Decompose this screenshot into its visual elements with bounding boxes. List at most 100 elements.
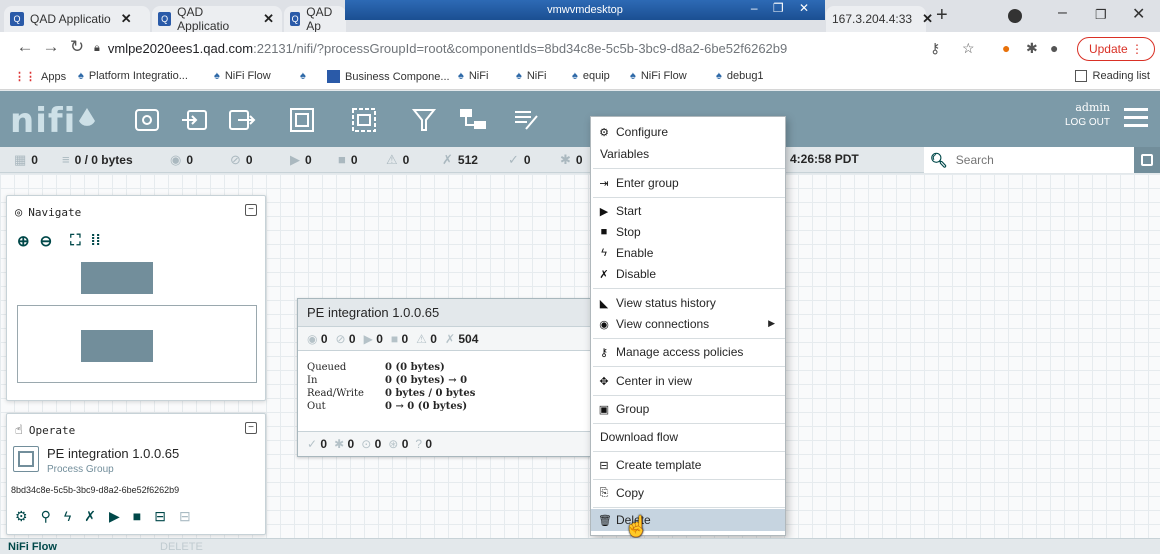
global-menu-icon[interactable] <box>1124 108 1148 132</box>
template-icon[interactable] <box>458 107 486 133</box>
queue-icon: ≡ <box>62 152 70 167</box>
create-template-icon[interactable]: ⊟ <box>154 508 166 525</box>
update-button[interactable]: Update ⋮ <box>1077 37 1155 61</box>
logout-link[interactable]: LOG OUT <box>1065 117 1110 128</box>
play-icon: ▶ <box>363 331 373 346</box>
url-path: :22131/nifi/?processGroupId=root&compone… <box>253 40 788 56</box>
locally-modified-stat: ✱ 0 <box>560 152 583 167</box>
disable-icon[interactable]: ✗ <box>84 508 96 525</box>
process-group-icon[interactable] <box>288 107 316 133</box>
browser-tab[interactable]: 167.3.204.4:33 ✕ <box>826 6 933 32</box>
search-box[interactable]: 🔍︎ <box>924 147 1134 173</box>
menu-item-copy[interactable]: ⎘ Copy <box>591 482 785 504</box>
bookmark-item[interactable]: ♠ NiFi Flow <box>214 70 271 82</box>
browser-tab[interactable]: Q QAD Ap <box>284 5 346 33</box>
template-icon: ⊟ <box>599 459 609 472</box>
bookmark-item[interactable]: ♠ equip <box>572 70 610 82</box>
menu-item-download-flow[interactable]: Download flow <box>591 426 785 448</box>
menu-item-disable[interactable]: ✗ Disable <box>591 263 785 285</box>
input-port-icon[interactable] <box>180 107 208 133</box>
breadcrumb-root[interactable]: NiFi Flow <box>8 541 57 553</box>
process-group-box[interactable]: PE integration 1.0.0.65 ◉ 0 ⊘ 0 ▶ 0 ■ 0 … <box>297 298 597 457</box>
bookmark-item[interactable]: Business Compone... <box>327 70 450 83</box>
close-tab-icon[interactable]: ✕ <box>922 11 933 27</box>
zoom-out-icon[interactable]: ⊖ <box>40 232 53 250</box>
upload-template-icon[interactable]: ⊟ <box>179 508 191 525</box>
puzzle-icon[interactable]: ✱ <box>1026 40 1038 57</box>
browser-tab[interactable]: Q QAD Applicatio ✕ <box>4 6 150 32</box>
enable-bolt-icon[interactable]: ϟ <box>64 508 71 525</box>
bookmark-star-icon[interactable]: ☆ <box>962 40 975 57</box>
birdseye-view[interactable] <box>7 260 265 383</box>
profile-icon[interactable] <box>1008 9 1022 23</box>
browser-tab-bar: Q QAD Applicatio ✕ Q QAD Applicatio ✕ Q … <box>0 0 1160 33</box>
menu-item-view-status-history[interactable]: ◣ View status history <box>591 292 785 314</box>
forward-icon[interactable]: → <box>38 37 64 57</box>
bookmark-item[interactable]: ♠ Platform Integratio... <box>78 70 188 82</box>
actual-size-icon[interactable]: ⁞⁞ <box>91 232 101 250</box>
warning-icon: ⚠ <box>386 152 398 167</box>
selected-component-name: PE integration 1.0.0.65 <box>47 446 180 461</box>
menu-divider <box>593 423 785 424</box>
asterisk-icon: ✱ <box>560 152 571 167</box>
chart-icon: ◣ <box>599 297 609 310</box>
bookmark-apps[interactable]: ⋮⋮ Apps <box>14 70 66 84</box>
bookmark-item[interactable]: ♠ NiFi <box>458 70 488 82</box>
close-window-icon[interactable]: ✕ <box>1132 4 1145 24</box>
restore-icon[interactable]: ❐ <box>1095 7 1107 23</box>
search-input[interactable] <box>955 153 1116 167</box>
fit-icon[interactable]: ⛶ <box>70 232 81 250</box>
configure-gear-icon[interactable]: ⚙ <box>15 508 28 525</box>
bookmark-item[interactable]: ♠ NiFi <box>516 70 546 82</box>
bookmark-item[interactable]: ♠ debug1 <box>716 70 764 82</box>
group-icon: ▣ <box>598 403 610 416</box>
apps-grid-icon: ⋮⋮ <box>14 71 36 83</box>
extension-icon[interactable]: ● <box>1002 40 1010 56</box>
funnel-icon[interactable] <box>410 107 438 133</box>
process-group-version-stats: ✓ 0 ✱ 0 ⊙ 0 ⊛ 0 ? 0 <box>298 431 596 456</box>
menu-item-group[interactable]: ▣ Group <box>591 398 785 420</box>
nifi-drop-icon: ♠ <box>630 70 636 82</box>
vm-window-controls[interactable]: – ❐ ✕ <box>751 1 815 15</box>
collapse-icon[interactable]: − <box>245 422 257 434</box>
minimize-icon[interactable]: – <box>1058 4 1067 22</box>
menu-item-start[interactable]: ▶ Start <box>591 200 785 222</box>
bookmark-item[interactable]: ♠ <box>300 70 306 82</box>
collapse-icon[interactable]: − <box>245 204 257 216</box>
menu-item-center-in-view[interactable]: ✥ Center in view <box>591 370 785 392</box>
close-tab-icon[interactable]: ✕ <box>121 11 132 27</box>
not-transmitting-icon: ⊘ <box>335 331 346 346</box>
menu-item-enable[interactable]: ϟ Enable <box>591 242 785 264</box>
browser-tab[interactable]: Q QAD Applicatio ✕ <box>152 5 282 33</box>
menu-item-create-template[interactable]: ⊟ Create template <box>591 454 785 476</box>
label-icon[interactable] <box>512 107 540 133</box>
reload-icon[interactable]: ↻ <box>64 37 90 57</box>
menu-item-configure[interactable]: ⚙ Configure <box>591 121 785 143</box>
remote-process-group-icon[interactable] <box>350 107 378 133</box>
key-icon[interactable]: ⚷ <box>930 40 940 57</box>
reading-list-button[interactable]: Reading list <box>1074 70 1150 82</box>
menu-item-delete[interactable]: 🗑︎ Delete <box>591 509 785 531</box>
close-tab-icon[interactable]: ✕ <box>263 11 274 27</box>
address-bar[interactable]: 🔒︎ vmlpe2020ees1.qad.com:22131/nifi/?pro… <box>94 36 1014 60</box>
account-icon[interactable]: ● <box>1050 40 1058 56</box>
menu-item-enter-group[interactable]: ⇥ Enter group <box>591 172 785 194</box>
menu-item-view-connections[interactable]: ◉ View connections ▶ <box>591 313 785 335</box>
queued-stat: ≡ 0 / 0 bytes <box>62 152 133 167</box>
menu-item-manage-access-policies[interactable]: ⚷ Manage access policies <box>591 341 785 363</box>
new-tab-icon[interactable]: + <box>936 4 948 27</box>
navigate-tools: ⊕ ⊖ ⛶ ⁞⁞ <box>17 232 101 250</box>
zoom-in-icon[interactable]: ⊕ <box>17 232 30 250</box>
start-play-icon[interactable]: ▶ <box>109 508 120 525</box>
back-icon[interactable]: ← <box>12 37 38 57</box>
output-port-icon[interactable] <box>228 107 256 133</box>
processor-icon[interactable] <box>133 107 161 133</box>
stop-square-icon[interactable]: ■ <box>133 508 141 525</box>
bookmark-item[interactable]: ♠ NiFi Flow <box>630 70 687 82</box>
breadcrumb-bar: NiFi Flow DELETE <box>0 538 1160 554</box>
bulletin-board-icon[interactable] <box>1134 147 1160 173</box>
menu-item-stop[interactable]: ■ Stop <box>591 221 785 243</box>
disabled-icon: ✗ <box>444 331 456 346</box>
access-key-icon[interactable]: ⚲ <box>41 508 51 525</box>
menu-item-variables[interactable]: Variables <box>591 143 785 165</box>
